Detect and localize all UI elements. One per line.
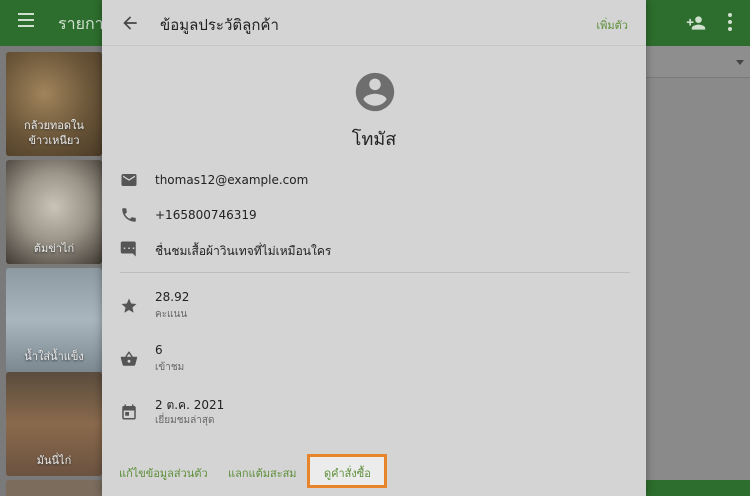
menu-tile[interactable] [6, 480, 102, 496]
menu-tile-label: มันนี่ไก่ [36, 454, 72, 467]
score-label: คะแนน [155, 309, 188, 320]
comment-icon [120, 241, 136, 257]
customer-profile-dialog: ข้อมูลประวัติลูกค้า เพิ่มตัว โทมัส thoma… [102, 0, 646, 496]
email-icon [121, 174, 137, 186]
score-row: 28.92 คะแนน [102, 288, 646, 322]
bottom-bar [646, 480, 750, 496]
dialog-header: ข้อมูลประวัติลูกค้า เพิ่มตัว [102, 0, 646, 46]
phone-icon [122, 208, 136, 222]
last-visit-row: 2 ต.ค. 2021 เยี่ยมชมล่าสุด [102, 394, 646, 428]
basket-icon [120, 351, 138, 366]
visits-label: เข้าชม [155, 362, 185, 373]
follow-button[interactable]: เพิ่มตัว [596, 16, 628, 34]
star-icon [121, 298, 137, 313]
menu-tile[interactable]: กล้วยทอดใน ข้าวเหนียว [6, 52, 102, 156]
menu-tile[interactable]: น้ำใส่น้ำแข็ง [6, 268, 102, 372]
email-value: thomas12@example.com [155, 173, 309, 187]
customer-name: โทมัส [351, 129, 397, 150]
menu-icon[interactable] [18, 13, 34, 27]
redeem-points-button[interactable]: แลกแต้มสะสม [228, 464, 297, 482]
dialog-actions: แก้ไขข้อมูลส่วนตัว แลกแต้มสะสม ดูคำสั่งซ… [102, 452, 646, 488]
note-row: ชื่นชมเสื้อผ้าวินเทจที่ไม่เหมือนใคร [102, 240, 646, 260]
person-add-icon[interactable] [686, 13, 706, 33]
filter-dropdown[interactable] [646, 46, 750, 78]
email-row: thomas12@example.com [102, 171, 646, 191]
view-orders-button[interactable]: ดูคำสั่งซื้อ [324, 464, 371, 482]
menu-tile-label: กล้วยทอดใน ข้าวเหนียว [24, 119, 84, 147]
account-circle-icon [355, 72, 395, 112]
edit-profile-button[interactable]: แก้ไขข้อมูลส่วนตัว [119, 464, 208, 482]
more-vert-icon[interactable] [727, 13, 733, 33]
last-visit-label: เยี่ยมชมล่าสุด [155, 415, 215, 426]
score-value: 28.92 [155, 290, 190, 304]
menu-item-list: กล้วยทอดใน ข้าวเหนียว ต้มข่าไก่ น้ำใส่น้… [0, 46, 102, 496]
chevron-down-icon [736, 60, 744, 65]
menu-tile-label: น้ำใส่น้ำแข็ง [24, 350, 84, 363]
dialog-title: ข้อมูลประวัติลูกค้า [160, 16, 279, 34]
back-arrow-icon[interactable] [120, 13, 140, 33]
phone-value: +165800746319 [155, 208, 257, 222]
phone-row: +165800746319 [102, 206, 646, 226]
menu-tile[interactable]: มันนี่ไก่ [6, 372, 102, 476]
divider [120, 272, 630, 273]
note-value: ชื่นชมเสื้อผ้าวินเทจที่ไม่เหมือนใคร [155, 244, 332, 258]
app-bar-title: รายการ [58, 14, 102, 33]
menu-tile-label: ต้มข่าไก่ [33, 242, 75, 255]
calendar-icon [122, 404, 136, 420]
menu-tile[interactable]: ต้มข่าไก่ [6, 160, 102, 264]
visits-value: 6 [155, 343, 163, 357]
visits-row: 6 เข้าชม [102, 341, 646, 375]
